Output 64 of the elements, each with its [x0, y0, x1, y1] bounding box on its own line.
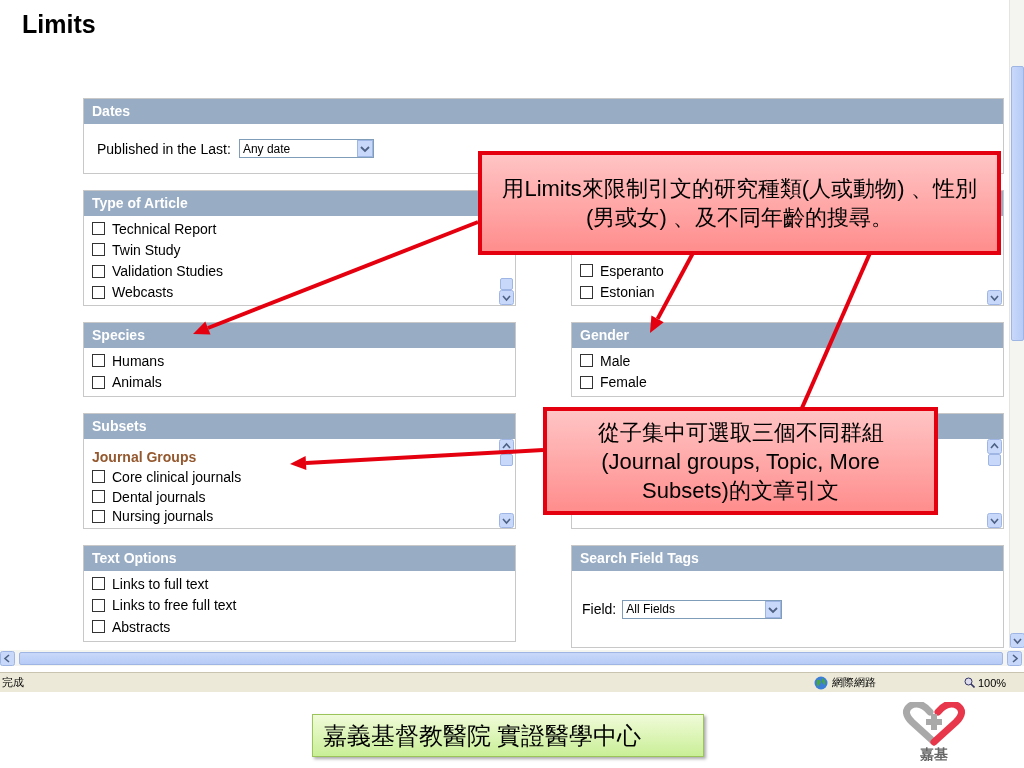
checkbox[interactable] [92, 509, 105, 523]
scroll-thumb[interactable] [19, 651, 1003, 665]
page-title: Limits [22, 10, 97, 40]
magnifier-icon [964, 677, 975, 688]
checkbox-label: Links to free full text [112, 597, 237, 614]
checkbox-label: Core clinical journals [112, 468, 242, 485]
scroll-thumb[interactable] [500, 278, 513, 290]
checkbox-label: Twin Study [112, 241, 181, 258]
checkbox-label: Female [600, 374, 647, 391]
field-select[interactable]: All Fields [622, 599, 783, 619]
checkbox[interactable] [92, 264, 105, 278]
checkbox-label: Validation Studies [112, 263, 224, 280]
caret-icon [356, 140, 373, 157]
checkbox-label: Nursing journals [112, 508, 214, 525]
checkbox[interactable] [580, 375, 593, 389]
checkbox[interactable] [92, 598, 105, 612]
callout: 用Limits來限制引文的研究種類(人或動物) 、性別(男或女) 、及不同年齡的搜尋。 [478, 151, 1001, 255]
checkbox[interactable] [92, 375, 105, 389]
checkbox[interactable] [92, 243, 105, 257]
panel-title: Dates [92, 103, 131, 119]
checkbox[interactable] [580, 354, 593, 368]
checkbox-label: Esperanto [600, 262, 664, 279]
checkbox-label: Estonian [600, 284, 655, 301]
callout: 從子集中可選取三個不同群組(Journal groups, Topic, More Subsets)的文章引文 [543, 407, 938, 515]
checkbox-label: Animals [112, 374, 162, 391]
date-label: Published in the Last: [97, 140, 231, 157]
checkbox[interactable] [92, 577, 105, 591]
checkbox[interactable] [580, 285, 593, 299]
checkbox[interactable] [580, 264, 593, 278]
checkbox-label: Dental journals [112, 488, 206, 505]
checkbox-label: Humans [112, 352, 165, 369]
panel-title: Gender [580, 327, 629, 343]
status-text: 完成 [1, 675, 25, 690]
logo-text: 嘉基 [920, 746, 948, 764]
caret-icon [765, 600, 782, 618]
zoom-control[interactable]: 100% [964, 676, 1024, 689]
checkbox[interactable] [92, 222, 105, 236]
scroll-thumb[interactable] [1011, 66, 1024, 341]
zone-text: 網際網路 [832, 675, 876, 690]
scroll-thumb[interactable] [988, 454, 1001, 466]
checkbox[interactable] [92, 470, 105, 484]
checkbox[interactable] [92, 620, 105, 634]
globe-icon [814, 675, 828, 690]
down-arrow-icon[interactable] [1010, 633, 1024, 648]
checkbox-label: Webcasts [112, 284, 174, 301]
checkbox[interactable] [92, 490, 105, 503]
horizontal-scrollbar[interactable] [0, 650, 1024, 666]
checkbox-label: Male [600, 352, 631, 369]
panel-title: Text Options [92, 550, 177, 566]
panel-title: Species [92, 327, 145, 343]
checkbox-label: Abstracts [112, 618, 171, 635]
vertical-scrollbar[interactable] [1009, 0, 1024, 648]
scroll-thumb[interactable] [500, 454, 513, 466]
checkbox[interactable] [92, 285, 105, 299]
panel-title: Search Field Tags [580, 550, 699, 566]
panel-title: Type of Article [92, 195, 188, 211]
checkbox-label: Links to full text [112, 575, 209, 592]
field-label: Field: [582, 601, 617, 617]
footer-caption: 嘉義基督教醫院 實證醫學中心 [312, 714, 704, 757]
date-select[interactable]: Any date [238, 139, 374, 158]
panel-title: Subsets [92, 418, 147, 434]
group-heading: Journal Groups [92, 449, 197, 465]
checkbox-label: Technical Report [112, 220, 217, 237]
checkbox[interactable] [92, 354, 105, 368]
